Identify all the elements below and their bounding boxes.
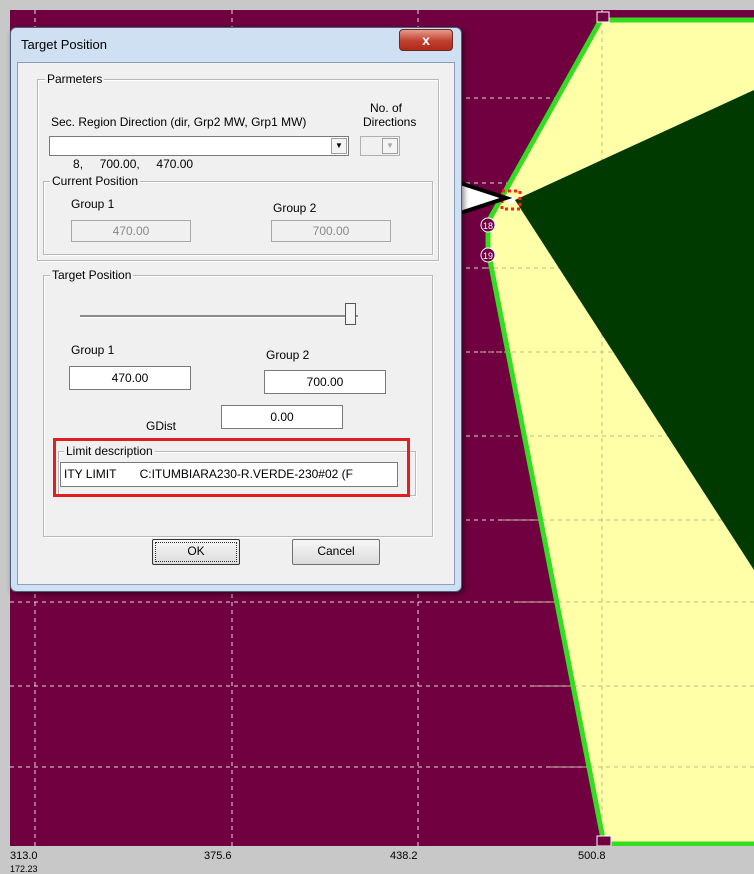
target-group1-field[interactable]: 470.00 <box>69 366 191 390</box>
num-directions-label-2: Directions <box>363 115 417 129</box>
bottom-endpoint-marker <box>596 835 612 846</box>
close-icon: x <box>422 32 430 48</box>
x-tick-label: 438.2 <box>390 850 418 862</box>
gdist-label: GDist <box>146 419 176 433</box>
current-group1-field: 470.00 <box>71 220 191 242</box>
current-group2-field: 700.00 <box>271 220 391 242</box>
cancel-button[interactable]: Cancel <box>292 539 380 565</box>
direction-label: Sec. Region Direction (dir, Grp2 MW, Grp… <box>51 115 307 129</box>
dialog-title: Target Position <box>21 37 107 52</box>
dialog-client: Parmeters Sec. Region Direction (dir, Gr… <box>17 62 455 585</box>
target-position-slider-track[interactable] <box>80 315 358 318</box>
direction-select-value: 8, 700.00, 470.00 <box>73 157 194 171</box>
y-partial-label: 172.23 <box>10 864 38 874</box>
num-directions-label-1: No. of <box>370 101 403 115</box>
point-18-text: 18 <box>483 221 493 231</box>
target-group2-label: Group 2 <box>266 348 310 362</box>
close-button[interactable]: x <box>399 29 453 51</box>
target-position-dialog: Target Position x Parmeters Sec. Region … <box>10 27 462 592</box>
chevron-down-icon[interactable]: ▼ <box>382 138 398 154</box>
x-tick-label: 313.0 <box>10 850 38 862</box>
current-position-group <box>43 181 433 255</box>
dialog-titlebar[interactable]: Target Position x <box>11 28 461 58</box>
target-group2-field[interactable]: 700.00 <box>264 370 386 394</box>
highlight-box <box>53 438 410 497</box>
x-axis-bar <box>0 846 754 874</box>
x-tick-label: 375.6 <box>204 850 232 862</box>
direction-select[interactable]: 8, 700.00, 470.00 ▼ <box>49 136 349 171</box>
num-directions-select[interactable]: ▼ <box>360 136 400 156</box>
parameters-legend: Parmeters <box>45 72 105 86</box>
target-position-legend: Target Position <box>50 268 134 282</box>
current-position-legend: Current Position <box>50 174 141 188</box>
current-group1-label: Group 1 <box>71 197 115 211</box>
ok-button[interactable]: OK <box>152 539 240 565</box>
chevron-down-icon[interactable]: ▼ <box>331 138 347 154</box>
x-tick-label: 500.8 <box>578 850 606 862</box>
point-19-text: 19 <box>483 251 493 261</box>
current-group2-label: Group 2 <box>273 201 317 215</box>
target-position-slider-thumb[interactable] <box>345 303 356 325</box>
gdist-field[interactable]: 0.00 <box>221 405 343 429</box>
top-endpoint-marker <box>596 11 610 23</box>
target-group1-label: Group 1 <box>71 343 115 357</box>
